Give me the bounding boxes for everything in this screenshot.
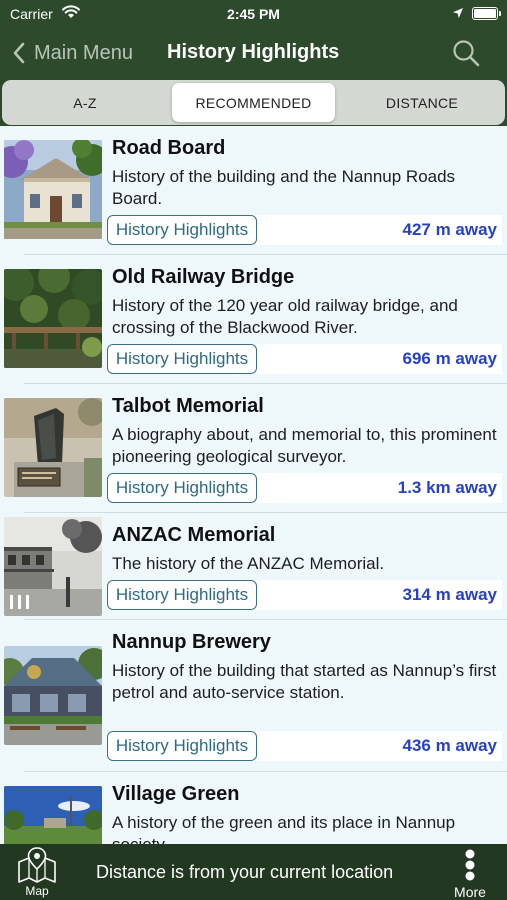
map-label: Map [25, 884, 49, 898]
list-item[interactable]: Road Board History of the building and t… [0, 126, 507, 255]
location-arrow-icon [453, 8, 463, 18]
distance-label: 1.3 km away [397, 478, 497, 497]
item-title: ANZAC Memorial [112, 524, 276, 546]
sort-segmented-control: A-Z RECOMMENDED DISTANCE [2, 80, 505, 125]
distance-note: Distance is from your current location [96, 862, 394, 882]
list-item[interactable]: ANZAC Memorial The history of the ANZAC … [0, 513, 507, 620]
distance-label: 314 m away [402, 585, 497, 604]
railway-bridge-photo [4, 269, 102, 368]
segment-distance[interactable]: DISTANCE [342, 83, 502, 122]
category-tag[interactable]: History Highlights [107, 580, 257, 610]
item-title: Talbot Memorial [112, 395, 264, 417]
category-tag[interactable]: History Highlights [107, 473, 257, 503]
road-board-photo [4, 140, 102, 239]
item-description: A history of the green and its place in … [112, 813, 456, 844]
search-icon[interactable] [451, 38, 481, 68]
village-green-photo [4, 786, 102, 844]
segment-a-z[interactable]: A-Z [5, 83, 165, 122]
item-title: Road Board [112, 137, 226, 159]
history-list: Road Board History of the building and t… [0, 126, 507, 844]
chevron-left-icon [13, 42, 25, 64]
category-tag[interactable]: History Highlights [107, 344, 257, 374]
item-description: History of the 120 year old railway brid… [112, 296, 458, 337]
item-title: Village Green [112, 783, 240, 805]
more-vertical-icon [465, 849, 475, 881]
battery-tip [499, 11, 501, 16]
list-item[interactable]: Talbot Memorial A biography about, and m… [0, 384, 507, 513]
map-icon [18, 847, 56, 883]
battery-icon [472, 7, 498, 20]
sort-bar: A-Z RECOMMENDED DISTANCE [0, 78, 507, 126]
segment-recommended[interactable]: RECOMMENDED [172, 83, 335, 122]
category-tag[interactable]: History Highlights [107, 215, 257, 245]
item-description: History of the building and the Nannup R… [112, 167, 456, 208]
more-label: More [454, 884, 486, 900]
list-item[interactable]: Old Railway Bridge History of the 120 ye… [0, 255, 507, 384]
item-title: Nannup Brewery [112, 631, 271, 653]
list-item[interactable]: Nannup Brewery History of the building t… [0, 620, 507, 772]
distance-label: 696 m away [402, 349, 497, 368]
item-title: Old Railway Bridge [112, 266, 295, 288]
clock: 2:45 PM [227, 6, 280, 22]
category-tag[interactable]: History Highlights [107, 731, 257, 761]
list-item[interactable]: Village Green A history of the green and… [0, 772, 507, 844]
item-description: A biography about, and memorial to, this… [112, 425, 497, 466]
status-bar: Carrier 2:45 PM [0, 0, 507, 28]
back-label: Main Menu [34, 41, 133, 64]
distance-label: 436 m away [402, 736, 497, 755]
bottom-toolbar: Map Distance is from your current locati… [0, 844, 507, 900]
memorial-stone-photo [4, 398, 102, 497]
distance-label: 427 m away [402, 220, 497, 239]
nav-bar: Main Menu History Highlights [0, 28, 507, 78]
item-description: The history of the ANZAC Memorial. [112, 554, 385, 573]
historic-street-photo [4, 517, 102, 616]
page-title: History Highlights [167, 41, 340, 63]
back-button[interactable]: Main Menu [12, 38, 133, 68]
more-button[interactable]: More [448, 846, 492, 900]
map-button[interactable]: Map [14, 846, 60, 898]
item-description: History of the building that started as … [112, 661, 497, 702]
brewery-building-photo [4, 646, 102, 745]
